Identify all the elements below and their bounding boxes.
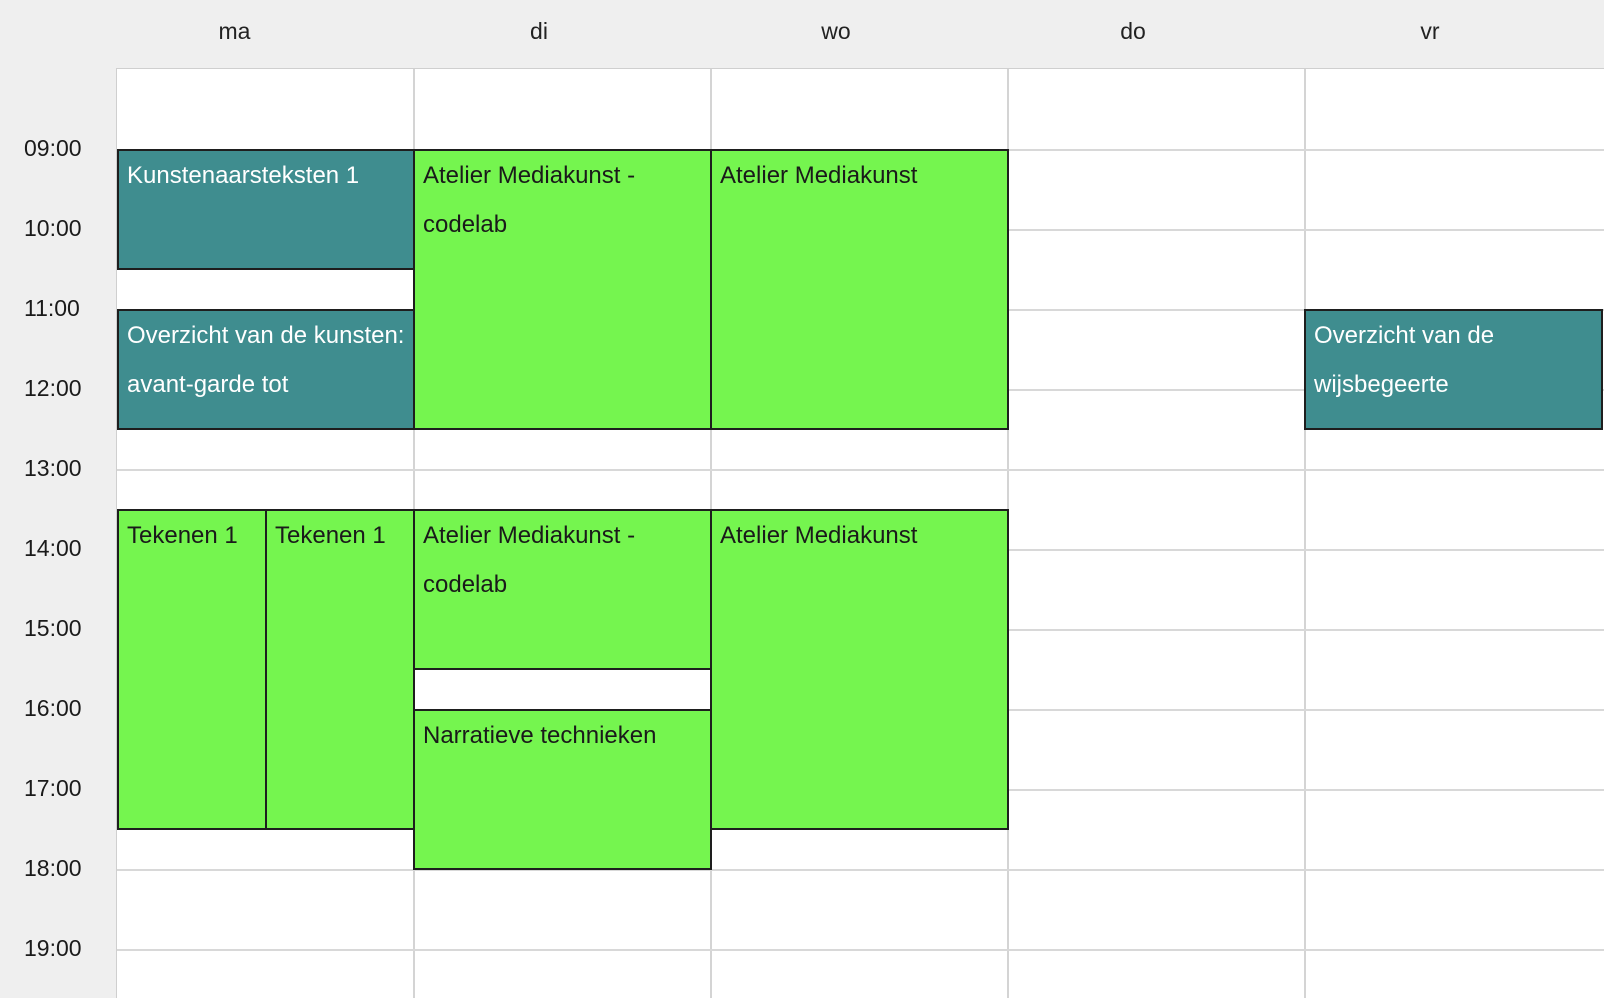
- time-label: 14:00: [24, 535, 82, 561]
- time-label: 11:00: [24, 295, 80, 321]
- event-title: Narratieve technieken: [423, 722, 657, 749]
- hour-line: [117, 869, 1604, 871]
- time-column: 09:00 10:00 11:00 12:00 13:00 14:00 15:0…: [0, 68, 116, 998]
- event-atelier-mediakunst[interactable]: Atelier Mediakunst: [710, 149, 1009, 430]
- event-title: Atelier Mediakunst - codelab: [423, 162, 636, 238]
- hour-line: [117, 949, 1604, 951]
- time-label: 16:00: [24, 695, 82, 721]
- event-title: Overzicht van de kunsten: avant-garde to…: [127, 322, 405, 398]
- event-tekenen-1[interactable]: Tekenen 1: [265, 509, 415, 830]
- calendar-header: ma di wo do vr: [0, 0, 1604, 68]
- event-tekenen-1[interactable]: Tekenen 1: [117, 509, 267, 830]
- day-header-do[interactable]: do: [1007, 16, 1259, 46]
- event-atelier-mediakunst[interactable]: Atelier Mediakunst: [710, 509, 1009, 830]
- time-label: 10:00: [24, 215, 82, 241]
- event-narratieve-technieken[interactable]: Narratieve technieken: [413, 709, 712, 870]
- time-label: 17:00: [24, 775, 82, 801]
- event-title: Kunstenaarsteksten 1: [127, 162, 360, 189]
- column-divider: [1304, 69, 1306, 998]
- event-title: Tekenen 1: [127, 522, 238, 549]
- event-overzicht-wijsbegeerte[interactable]: Overzicht van de wijsbegeerte: [1304, 309, 1603, 430]
- hour-line: [117, 469, 1604, 471]
- event-title: Overzicht van de wijsbegeerte: [1314, 322, 1495, 398]
- event-atelier-mediakunst-codelab[interactable]: Atelier Mediakunst - codelab: [413, 509, 712, 670]
- event-atelier-mediakunst-codelab[interactable]: Atelier Mediakunst - codelab: [413, 149, 712, 430]
- time-label: 18:00: [24, 855, 82, 881]
- day-header-wo[interactable]: wo: [710, 16, 962, 46]
- event-title: Atelier Mediakunst - codelab: [423, 522, 636, 598]
- event-overzicht-kunsten[interactable]: Overzicht van de kunsten: avant-garde to…: [117, 309, 415, 430]
- day-header-di[interactable]: di: [413, 16, 665, 46]
- day-header-vr[interactable]: vr: [1304, 16, 1556, 46]
- event-title: Atelier Mediakunst: [720, 522, 918, 549]
- time-label: 13:00: [24, 455, 82, 481]
- time-label: 15:00: [24, 615, 82, 641]
- time-label: 19:00: [24, 935, 82, 961]
- event-kunstenaarsteksten[interactable]: Kunstenaarsteksten 1: [117, 149, 415, 270]
- event-title: Tekenen 1: [275, 522, 386, 549]
- time-label: 09:00: [24, 135, 82, 161]
- day-header-ma[interactable]: ma: [116, 16, 353, 46]
- event-title: Atelier Mediakunst: [720, 162, 918, 189]
- calendar-grid[interactable]: Kunstenaarsteksten 1 Overzicht van de ku…: [116, 68, 1604, 998]
- time-label: 12:00: [24, 375, 82, 401]
